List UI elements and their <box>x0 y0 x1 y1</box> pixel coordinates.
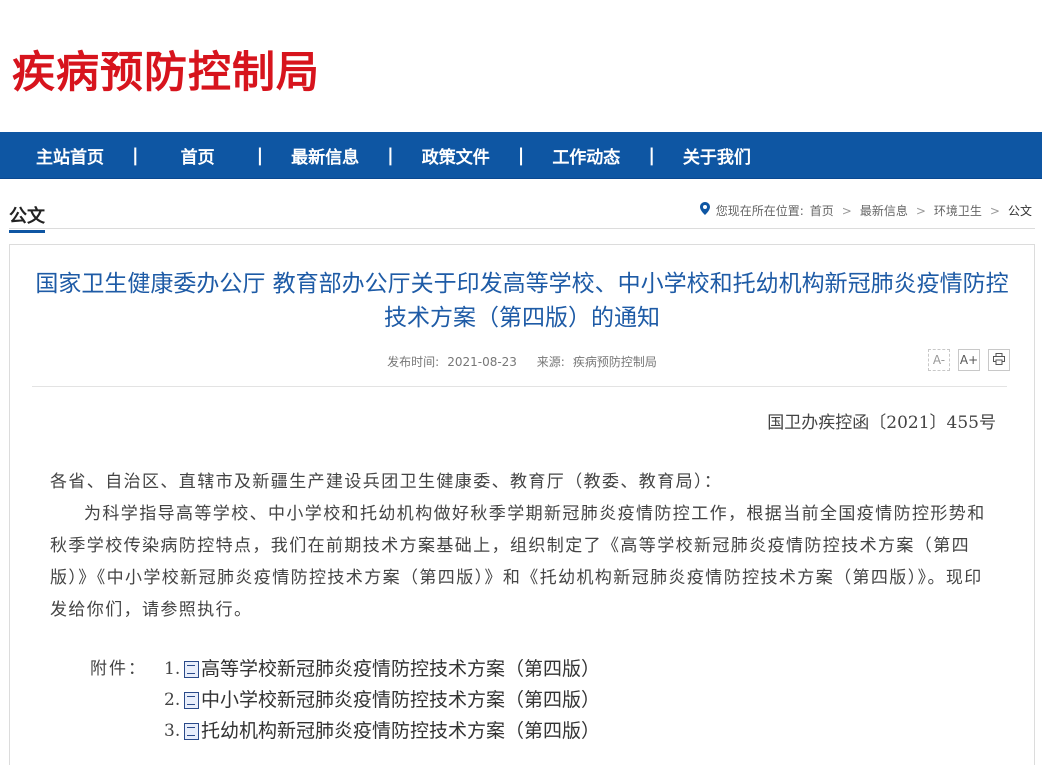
publish-date: 2021-08-23 <box>447 355 517 369</box>
breadcrumb-item-environment-health[interactable]: 环境卫生 <box>934 202 982 219</box>
location-pin-icon <box>699 202 710 219</box>
divider <box>32 386 1007 387</box>
nav-list: 主站首页 | 首页 | 最新信息 | 政策文件 | 工作动态 | 关于我们 <box>0 132 1042 178</box>
article-meta: 发布时间: 2021-08-23 来源: 疾病预防控制局 <box>10 353 1034 370</box>
body-paragraph: 为科学指导高等学校、中小学校和托幼机构做好秋季学期新冠肺炎疫情防控工作，根据当前… <box>50 504 986 620</box>
article-tools: A- A+ <box>928 349 1010 371</box>
attachment-link[interactable]: 托幼机构新冠肺炎疫情防控技术方案（第四版） <box>201 716 600 747</box>
word-doc-icon <box>184 692 199 709</box>
nav-separator: | <box>256 144 264 166</box>
attachment-row: 2. 中小学校新冠肺炎疫情防控技术方案（第四版） <box>90 685 600 716</box>
article-title: 国家卫生健康委办公厅 教育部办公厅关于印发高等学校、中小学校和托幼机构新冠肺炎疫… <box>35 271 1009 331</box>
article-container: 国家卫生健康委办公厅 教育部办公厅关于印发高等学校、中小学校和托幼机构新冠肺炎疫… <box>9 244 1035 765</box>
print-icon <box>993 352 1005 368</box>
chevron-right-icon: > <box>989 203 1000 218</box>
main-navbar: 主站首页 | 首页 | 最新信息 | 政策文件 | 工作动态 | 关于我们 <box>0 132 1042 179</box>
font-larger-button[interactable]: A+ <box>958 349 980 371</box>
attachment-link[interactable]: 中小学校新冠肺炎疫情防控技术方案（第四版） <box>201 685 600 716</box>
attachments: 附件： 1. 高等学校新冠肺炎疫情防控技术方案（第四版） 2. 中小学校新冠肺炎… <box>90 654 600 747</box>
nav-item-main-home[interactable]: 主站首页 <box>22 143 118 168</box>
attachment-row: 附件： 1. 高等学校新冠肺炎疫情防控技术方案（第四版） <box>90 654 600 685</box>
breadcrumb-item-home[interactable]: 首页 <box>810 202 834 219</box>
word-doc-icon <box>184 661 199 678</box>
section-bar: 公文 您现在所在位置: 首页 > 最新信息 > 环境卫生 > 公文 <box>0 178 1042 233</box>
nav-separator: | <box>387 144 394 166</box>
chevron-right-icon: > <box>841 203 852 218</box>
nav-item-about-us[interactable]: 关于我们 <box>669 143 765 168</box>
site-title: 疾病预防控制局 <box>12 48 320 98</box>
word-doc-icon <box>184 723 199 740</box>
site-header: 疾病预防控制局 <box>0 0 1042 132</box>
article-body: 各省、自治区、直辖市及新疆生产建设兵团卫生健康委、教育厅（教委、教育局）： 为科… <box>50 466 998 626</box>
chevron-right-icon: > <box>915 203 926 218</box>
source-value: 疾病预防控制局 <box>572 355 657 369</box>
attachment-link[interactable]: 高等学校新冠肺炎疫情防控技术方案（第四版） <box>201 654 600 685</box>
nav-item-policy-docs[interactable]: 政策文件 <box>408 143 504 168</box>
nav-separator: | <box>132 144 139 166</box>
source-label: 来源: <box>536 355 565 369</box>
salutation: 各省、自治区、直辖市及新疆生产建设兵团卫生健康委、教育厅（教委、教育局）： <box>50 472 723 492</box>
attachment-number: 3. <box>164 721 181 741</box>
attachment-row: 3. 托幼机构新冠肺炎疫情防控技术方案（第四版） <box>90 716 600 747</box>
font-smaller-button[interactable]: A- <box>928 349 950 371</box>
nav-item-home[interactable]: 首页 <box>153 143 243 168</box>
publish-label: 发布时间: <box>387 355 440 369</box>
attachment-number: 2. <box>164 690 181 710</box>
attachment-number: 1. <box>164 659 181 679</box>
nav-item-latest-info[interactable]: 最新信息 <box>277 143 373 168</box>
breadcrumb-prefix: 您现在所在位置: <box>715 204 804 218</box>
nav-separator: | <box>517 144 525 166</box>
nav-separator: | <box>648 144 655 166</box>
document-number: 国卫办疾控函〔2021〕455号 <box>767 413 996 433</box>
attachments-label: 附件： <box>90 659 147 679</box>
nav-item-work-news[interactable]: 工作动态 <box>538 143 634 168</box>
breadcrumb-item-current: 公文 <box>1007 204 1032 218</box>
print-button[interactable] <box>988 349 1010 371</box>
divider <box>9 228 1035 229</box>
breadcrumb: 您现在所在位置: 首页 > 最新信息 > 环境卫生 > 公文 <box>699 202 1032 219</box>
breadcrumb-item-latest-info[interactable]: 最新信息 <box>860 202 908 219</box>
